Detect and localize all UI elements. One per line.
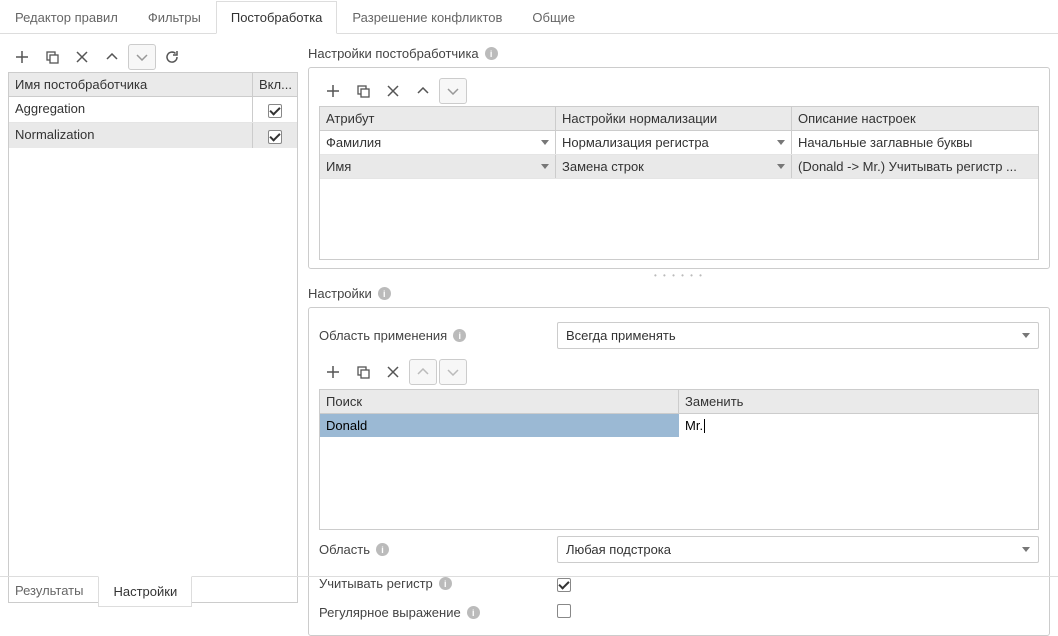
copy-icon[interactable] xyxy=(349,359,377,385)
delete-icon[interactable] xyxy=(379,359,407,385)
postprocessor-row[interactable]: Aggregation xyxy=(9,97,297,123)
add-icon[interactable] xyxy=(319,78,347,104)
delete-icon[interactable] xyxy=(68,44,96,70)
move-down-icon[interactable] xyxy=(439,78,467,104)
attributes-grid: Атрибут Настройки нормализации Описание … xyxy=(319,106,1039,260)
col-search[interactable]: Поиск xyxy=(320,390,679,413)
info-icon[interactable]: i xyxy=(453,329,466,342)
col-replace[interactable]: Заменить xyxy=(679,390,1038,413)
search-cell[interactable]: Donald xyxy=(320,414,679,437)
scope-label: Область применения i xyxy=(319,328,549,343)
top-tabs: Редактор правил Фильтры Постобработка Ра… xyxy=(0,0,1058,34)
postprocessor-enabled[interactable] xyxy=(253,97,297,122)
resize-handle[interactable]: • • • • • • xyxy=(308,269,1050,282)
col-normalization[interactable]: Настройки нормализации xyxy=(556,107,792,130)
copy-icon[interactable] xyxy=(349,78,377,104)
attributes-panel: Атрибут Настройки нормализации Описание … xyxy=(308,67,1050,269)
left-toolbar xyxy=(8,42,298,72)
tab-results[interactable]: Результаты xyxy=(0,576,98,607)
search-replace-grid: Поиск Заменить Donald Mr. xyxy=(319,389,1039,530)
tab-filters[interactable]: Фильтры xyxy=(133,1,216,34)
attr-norm-cell[interactable]: Нормализация регистра xyxy=(556,131,792,154)
chevron-down-icon xyxy=(777,164,785,169)
col-description[interactable]: Описание настроек xyxy=(792,107,1038,130)
postprocessor-grid: Имя постобработчика Вкл... Aggregation N… xyxy=(8,72,298,603)
attr-name-cell[interactable]: Имя xyxy=(320,155,556,178)
tab-rule-editor[interactable]: Редактор правил xyxy=(0,1,133,34)
area-label: Область i xyxy=(319,542,549,557)
postprocessor-name: Aggregation xyxy=(9,97,253,122)
tab-settings[interactable]: Настройки xyxy=(98,576,192,607)
tab-conflict-resolution[interactable]: Разрешение конфликтов xyxy=(337,1,517,34)
postprocessor-name: Normalization xyxy=(9,123,253,148)
tab-general[interactable]: Общие xyxy=(517,1,590,34)
text-cursor xyxy=(704,419,705,433)
chevron-down-icon xyxy=(1022,333,1030,338)
move-down-icon[interactable] xyxy=(128,44,156,70)
tab-postprocessing[interactable]: Постобработка xyxy=(216,1,338,34)
scope-select[interactable]: Всегда применять xyxy=(557,322,1039,349)
section-label: Настройки постобработчика xyxy=(308,46,479,61)
search-replace-row[interactable]: Donald Mr. xyxy=(320,414,1038,437)
col-name[interactable]: Имя постобработчика xyxy=(9,73,253,96)
move-up-icon[interactable] xyxy=(98,44,126,70)
section-label: Настройки xyxy=(308,286,372,301)
copy-icon[interactable] xyxy=(38,44,66,70)
info-icon[interactable]: i xyxy=(378,287,391,300)
replace-cell[interactable]: Mr. xyxy=(679,414,1038,437)
move-up-icon[interactable] xyxy=(409,78,437,104)
attribute-row[interactable]: Имя Замена строк (Donald -> Mr.) Учитыва… xyxy=(320,155,1038,179)
chevron-down-icon xyxy=(777,140,785,145)
replace-toolbar xyxy=(319,355,1039,389)
attr-desc-cell: (Donald -> Mr.) Учитывать регистр ... xyxy=(792,155,1038,178)
chevron-down-icon xyxy=(541,140,549,145)
attr-name-cell[interactable]: Фамилия xyxy=(320,131,556,154)
settings-title: Настройки i xyxy=(308,282,1050,307)
delete-icon[interactable] xyxy=(379,78,407,104)
postprocessor-row[interactable]: Normalization xyxy=(9,123,297,148)
chevron-down-icon xyxy=(1022,547,1030,552)
chevron-down-icon xyxy=(541,164,549,169)
attr-toolbar xyxy=(319,76,1039,106)
col-attribute[interactable]: Атрибут xyxy=(320,107,556,130)
postprocessor-settings-title: Настройки постобработчика i xyxy=(308,42,1050,67)
postprocessor-enabled[interactable] xyxy=(253,123,297,148)
col-enabled[interactable]: Вкл... xyxy=(253,73,297,96)
info-icon[interactable]: i xyxy=(485,47,498,60)
info-icon[interactable]: i xyxy=(376,543,389,556)
refresh-icon[interactable] xyxy=(158,44,186,70)
add-icon[interactable] xyxy=(8,44,36,70)
area-select[interactable]: Любая подстрока xyxy=(557,536,1039,563)
attribute-row[interactable]: Фамилия Нормализация регистра Начальные … xyxy=(320,131,1038,155)
bottom-tabs: Результаты Настройки xyxy=(0,576,1058,608)
attr-norm-cell[interactable]: Замена строк xyxy=(556,155,792,178)
move-down-icon[interactable] xyxy=(439,359,467,385)
attr-desc-cell: Начальные заглавные буквы xyxy=(792,131,1038,154)
add-icon[interactable] xyxy=(319,359,347,385)
move-up-icon[interactable] xyxy=(409,359,437,385)
